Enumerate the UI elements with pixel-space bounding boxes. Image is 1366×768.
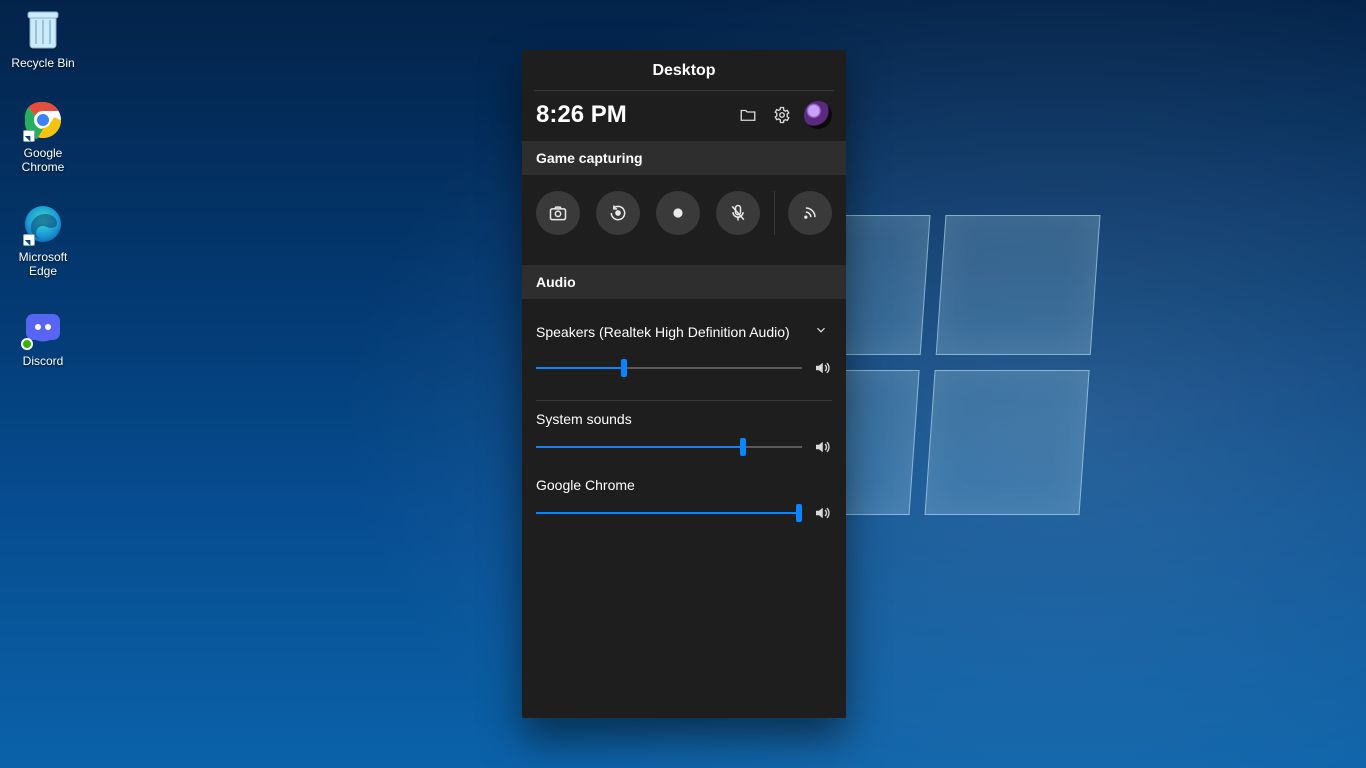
start-recording-button[interactable] [656, 191, 700, 235]
separator [774, 191, 775, 235]
output-device-label: Speakers (Realtek High Definition Audio) [536, 324, 790, 340]
discord-icon [21, 306, 65, 350]
profile-avatar[interactable] [804, 101, 832, 129]
chrome-icon [21, 98, 65, 142]
clock: 8:26 PM [536, 101, 726, 129]
mute-system-sounds-button[interactable] [812, 437, 832, 457]
output-device-row: Speakers (Realtek High Definition Audio) [536, 305, 832, 348]
captures-folder-button[interactable] [736, 103, 760, 127]
app-volume-label: Google Chrome [536, 467, 832, 493]
icon-label: Recycle Bin [11, 56, 74, 70]
xbox-game-bar: Desktop 8:26 PM Game capturing [522, 50, 846, 718]
master-volume-row [536, 348, 832, 401]
chrome-volume-slider[interactable] [536, 506, 802, 520]
record-last-button[interactable] [596, 191, 640, 235]
edge-icon [21, 202, 65, 246]
audio-mixer: Speakers (Realtek High Definition Audio)… [522, 299, 846, 539]
status-online-icon [21, 338, 33, 350]
mute-chrome-button[interactable] [812, 503, 832, 523]
master-volume-slider[interactable] [536, 361, 802, 375]
settings-button[interactable] [770, 103, 794, 127]
system-sounds-volume-row [536, 427, 832, 467]
desktop-icon-recycle-bin[interactable]: Recycle Bin [6, 8, 80, 70]
mute-master-button[interactable] [812, 358, 832, 378]
desktop-icon-google-chrome[interactable]: Google Chrome [6, 98, 80, 174]
audio-section-header: Audio [522, 265, 846, 299]
desktop-icons: Recycle Bin Google Chrome Microsoft Edge… [6, 8, 80, 396]
icon-label: Google Chrome [6, 146, 80, 174]
desktop-icon-microsoft-edge[interactable]: Microsoft Edge [6, 202, 80, 278]
capture-controls [522, 175, 846, 259]
gamebar-header: 8:26 PM [522, 91, 846, 135]
capture-section-header: Game capturing [522, 141, 846, 175]
system-sounds-volume-slider[interactable] [536, 440, 802, 454]
screenshot-button[interactable] [536, 191, 580, 235]
microphone-toggle-button[interactable] [716, 191, 760, 235]
icon-label: Microsoft Edge [6, 250, 80, 278]
app-volume-label: System sounds [536, 401, 832, 427]
recycle-bin-icon [21, 8, 65, 52]
chrome-volume-row [536, 493, 832, 533]
desktop-icon-discord[interactable]: Discord [6, 306, 80, 368]
shortcut-arrow-icon [23, 234, 35, 246]
device-dropdown[interactable] [810, 319, 832, 344]
shortcut-arrow-icon [23, 130, 35, 142]
icon-label: Discord [23, 354, 64, 368]
start-broadcasting-button[interactable] [788, 191, 832, 235]
gamebar-title: Desktop [534, 50, 834, 91]
